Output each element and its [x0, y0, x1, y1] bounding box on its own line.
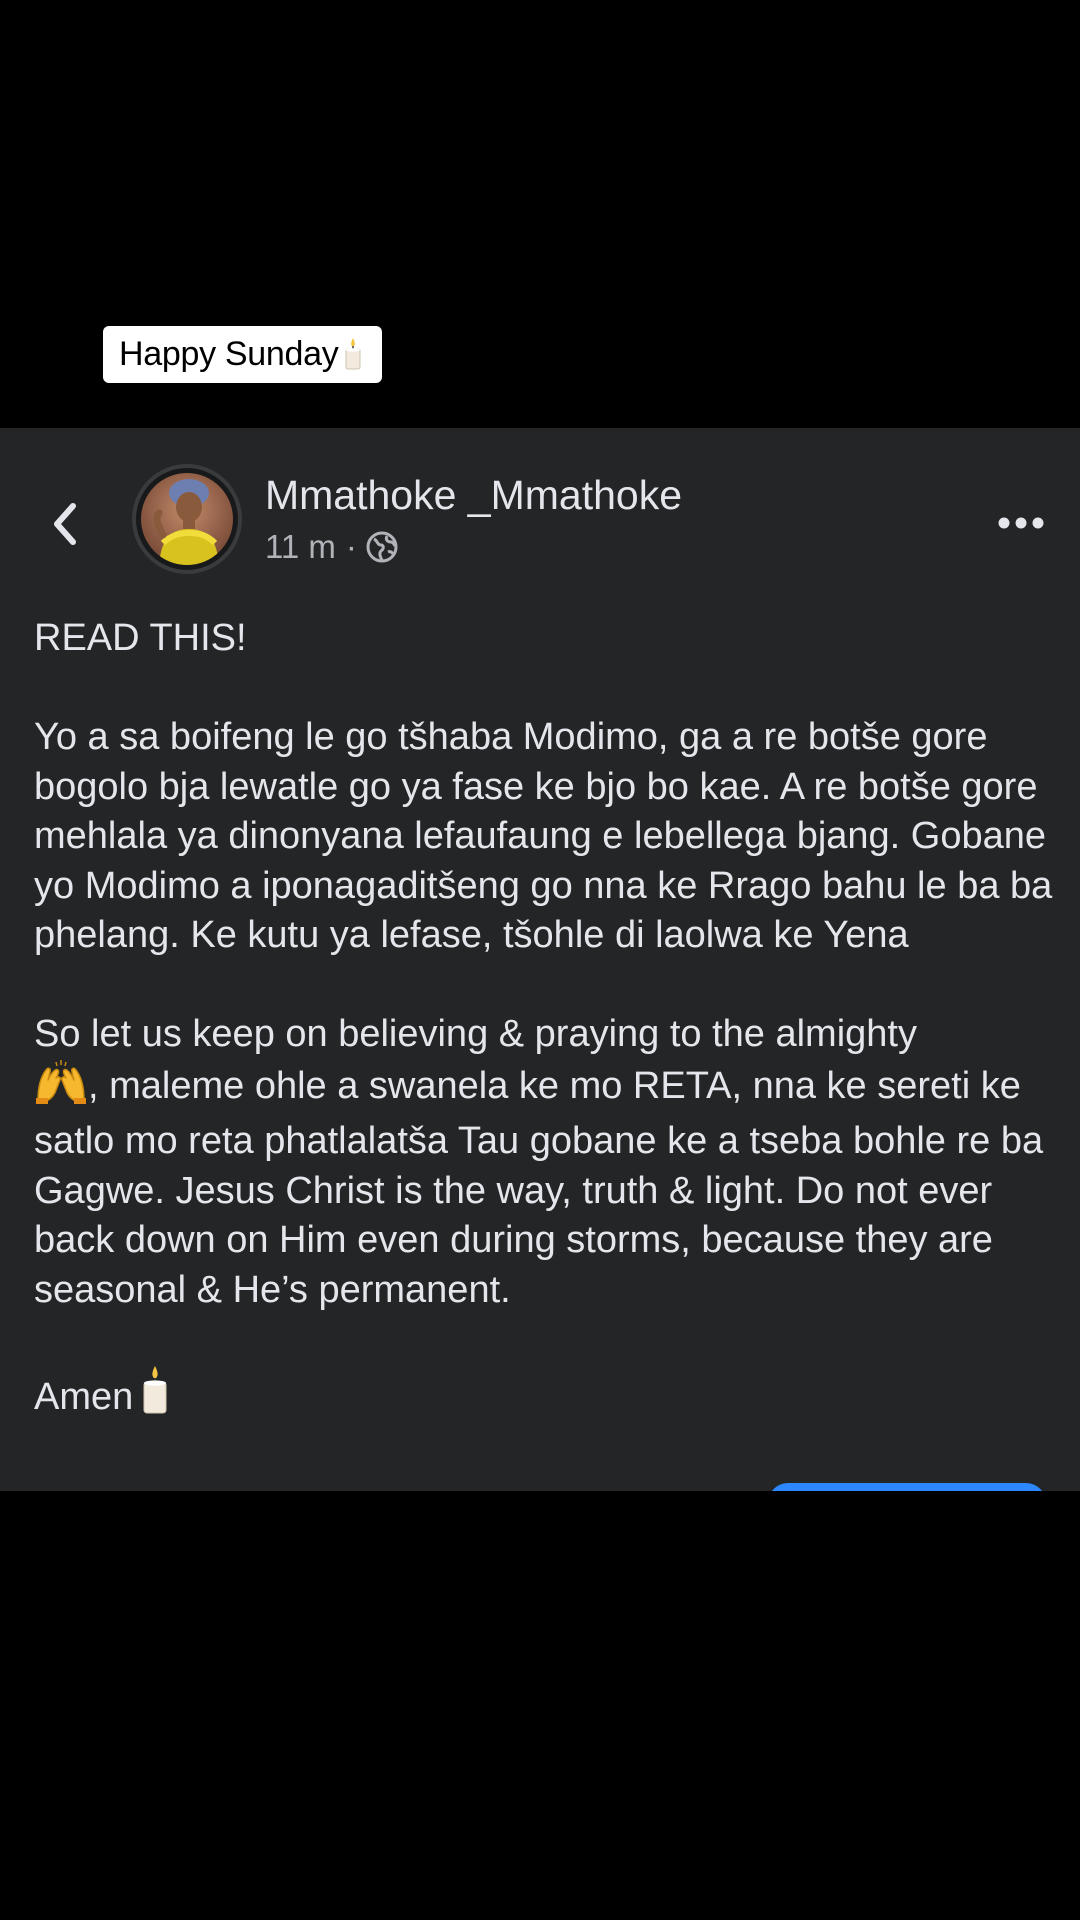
post-closing-text: Amen	[34, 1375, 134, 1418]
post-text: READ THIS! Yo a sa boifeng le go tšhaba …	[34, 614, 1064, 1422]
avatar-frame	[132, 464, 242, 574]
raised-hands-icon	[34, 1059, 88, 1118]
candle-icon	[143, 1365, 167, 1413]
author-name[interactable]: Mmathoke _Mmathoke	[265, 472, 682, 519]
post-timestamp[interactable]: 11 m	[265, 528, 336, 566]
candle-icon	[345, 338, 361, 370]
caption-label: Happy Sunday	[119, 335, 339, 373]
post-closing: Amen	[34, 1365, 1064, 1423]
post-paragraph-intro: So let us keep on believing & praying to…	[34, 1013, 917, 1055]
post-meta: 11 m ·	[265, 528, 399, 566]
caption-sticker: Happy Sunday	[103, 326, 383, 383]
globe-icon[interactable]	[365, 530, 399, 564]
post-heading: READ THIS!	[34, 617, 247, 659]
more-horizontal-icon	[998, 517, 1044, 529]
profile-photo	[141, 473, 233, 565]
chevron-left-icon	[54, 503, 76, 545]
facebook-post-screenshot: Mmathoke _Mmathoke 11 m · READ THIS! Yo …	[0, 428, 1080, 1491]
post-paragraph: So let us keep on believing & praying to…	[34, 1010, 1064, 1315]
avatar[interactable]	[141, 473, 233, 565]
more-options-button[interactable]	[986, 498, 1056, 548]
back-button[interactable]	[36, 492, 92, 556]
post-paragraph-rest: , maleme ohle a swanela ke mo RETA, nna …	[34, 1064, 1044, 1311]
meta-separator: ·	[345, 528, 357, 565]
action-button[interactable]	[768, 1483, 1046, 1491]
caption-text: Happy Sunday	[119, 335, 366, 374]
post-paragraph: Yo a sa boifeng le go tšhaba Modimo, ga …	[34, 716, 1053, 956]
